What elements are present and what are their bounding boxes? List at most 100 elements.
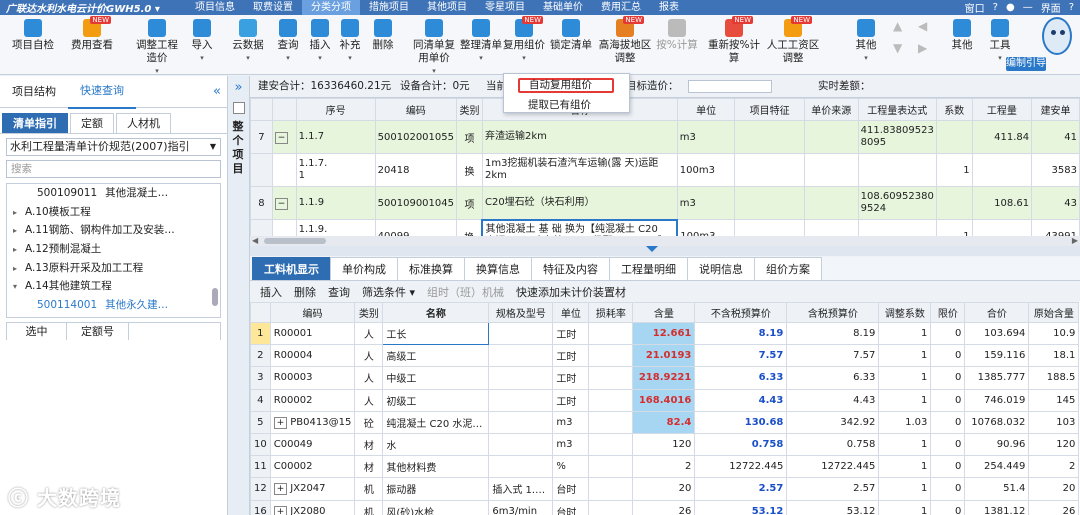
menu-item-3[interactable]: 措施项目	[360, 0, 418, 15]
lm-col-header[interactable]: 限价	[930, 302, 966, 323]
detail-tool-1[interactable]: 删除	[294, 284, 316, 300]
lm-cell-pre[interactable]: 2.57	[694, 477, 788, 501]
lm-col-header[interactable]: 单位	[552, 302, 590, 323]
bill-cell-code[interactable]: 500109001045	[374, 186, 458, 220]
lm-cell-n[interactable]: 16	[250, 499, 271, 515]
upper-col-header[interactable]: 类别	[456, 98, 483, 121]
lm-cell-content[interactable]: 2	[632, 455, 696, 479]
lm-cell-tax[interactable]: 8.19	[786, 321, 880, 346]
lm-cell-lim[interactable]: 0	[930, 366, 966, 390]
bill-cell-source[interactable]	[803, 186, 859, 220]
lm-cell-name[interactable]: 工长	[382, 321, 490, 346]
lm-row[interactable]: 1 R00001 人工长 工时 12.661 8.19 8.19 1 0 103.694 10.9	[250, 321, 1080, 346]
lm-cell-pre[interactable]: 8.19	[694, 321, 788, 346]
lm-cell-code[interactable]: + JX2080	[269, 499, 356, 515]
lm-cell-lim[interactable]: 0	[930, 477, 966, 501]
lm-cell-name[interactable]: 振动器	[382, 477, 490, 501]
user-icon[interactable]: ●	[1006, 2, 1015, 13]
tree-node[interactable]: ▸ A.10模板工程	[7, 203, 220, 222]
bill-cell-type[interactable]: 项	[456, 186, 483, 220]
target-cost-input[interactable]	[688, 80, 772, 93]
lm-cell-loss[interactable]	[588, 499, 634, 515]
lm-cell-pre[interactable]: 4.43	[694, 388, 788, 412]
bill-cell-code[interactable]: 20418	[374, 153, 458, 187]
detail-tab-5[interactable]: 工程量明细	[609, 257, 688, 280]
bill-cell-expr[interactable]	[857, 153, 937, 187]
upper-col-header[interactable]: 工程量表达式	[857, 98, 937, 121]
lm-col-header[interactable]: 规格及型号	[488, 302, 554, 323]
lm-cell-adj[interactable]: 1	[878, 366, 932, 390]
upper-col-header[interactable]: 工程量	[971, 98, 1033, 121]
expand-icon[interactable]: ▸	[13, 222, 25, 241]
bill-cell-qty[interactable]: 108.61	[971, 186, 1033, 220]
lm-cell-total[interactable]: 51.4	[964, 477, 1030, 501]
menu-item-0[interactable]: 项目信息	[186, 0, 244, 15]
upper-col-header[interactable]: 序号	[295, 98, 376, 121]
tree-node[interactable]: 500109011 其他混凝土…	[7, 184, 220, 203]
bill-cell-price[interactable]: 41	[1031, 120, 1080, 154]
bill-cell-qty[interactable]	[971, 153, 1033, 187]
help-icon[interactable]: ?	[993, 2, 998, 13]
lm-cell-tax[interactable]: 0.758	[786, 432, 880, 457]
lm-cell-pre[interactable]: 7.57	[694, 344, 788, 368]
tree-node[interactable]: 500114001 其他永久建…	[7, 296, 220, 315]
lm-cell-unit[interactable]: m3	[552, 410, 590, 434]
lm-cell-lim[interactable]: 0	[930, 432, 966, 457]
tree-node[interactable]: 500114002其他临时建…	[7, 315, 220, 317]
bill-cell-source[interactable]	[803, 153, 859, 187]
auto-reuse-price-item[interactable]: 自动复用组价	[518, 78, 614, 93]
ribbon-button-1[interactable]: NEW 费用查看	[66, 16, 118, 52]
lm-cell-adj[interactable]: 1	[878, 388, 932, 412]
lm-cell-spec[interactable]	[488, 388, 554, 412]
lm-cell-orig[interactable]: 10.9	[1028, 321, 1080, 346]
guide-search-input[interactable]: 搜索	[6, 160, 221, 178]
lm-cell-name[interactable]: 水	[382, 432, 490, 457]
expand-right-icon[interactable]: »	[228, 80, 249, 95]
bill-cell-expr[interactable]: 411.83809523 8095	[857, 120, 937, 154]
ribbon-button-5[interactable]: 查询 ▾	[275, 17, 301, 65]
lm-col-header[interactable]: 含税预算价	[786, 302, 880, 323]
subtab-bill-guide[interactable]: 清单指引	[2, 113, 68, 133]
bill-cell-name[interactable]: C20埋石砼（块石利用）	[481, 186, 678, 220]
lm-cell-spec[interactable]: 插入式 1.…	[488, 477, 554, 501]
lm-cell-content[interactable]: 120	[632, 432, 696, 457]
lm-cell-spec[interactable]	[488, 410, 554, 434]
bill-row[interactable]: 7−1.1.7 500102001055 项弃渣运输2km m3 411.8380952…	[250, 120, 1080, 154]
lm-cell-name[interactable]: 高级工	[382, 344, 490, 368]
lm-col-header[interactable]: 原始含量	[1028, 302, 1080, 323]
lm-row[interactable]: 16 + JX2080 机风(砂)水枪 6m3/min 台时 26 53.12 53.12 1 0 1…	[250, 499, 1080, 515]
detail-tab-6[interactable]: 说明信息	[687, 257, 755, 280]
collapse-node-icon[interactable]: −	[274, 197, 289, 210]
lm-cell-name[interactable]: 其他材料费	[382, 455, 490, 479]
bill-cell-price[interactable]: 43	[1031, 186, 1080, 220]
lm-cell-total[interactable]: 746.019	[964, 388, 1030, 412]
lm-cell-lim[interactable]: 0	[930, 410, 966, 434]
upper-col-header[interactable]: 系数	[935, 98, 973, 121]
lm-cell-total[interactable]: 1381.12	[964, 499, 1030, 515]
lm-cell-unit[interactable]: 工时	[552, 321, 590, 346]
lm-row[interactable]: 2 R00004 人高级工 工时 21.0193 7.57 7.57 1 0 159.116 18.…	[250, 344, 1080, 368]
lm-cell-adj[interactable]: 1.03	[878, 410, 932, 434]
tree-node[interactable]: ▸ A.12预制混凝土	[7, 240, 220, 259]
lm-col-header[interactable]: 损耗率	[588, 302, 634, 323]
detail-tool-2[interactable]: 查询	[328, 284, 350, 300]
lm-cell-loss[interactable]	[588, 366, 634, 390]
bill-cell-type[interactable]: 换	[456, 153, 483, 187]
lm-cell-pre[interactable]: 0.758	[694, 432, 788, 457]
upper-col-header[interactable]: 建安单	[1031, 98, 1080, 121]
lm-cell-n[interactable]: 3	[250, 366, 271, 390]
window-menu[interactable]: 窗口	[965, 0, 985, 15]
tree-node[interactable]: ▸ A.13原料开采及加工工程	[7, 259, 220, 278]
bill-row[interactable]: 1.1.7. 1 20418 换 1m3挖掘机装石渣汽车运输(露 天)运距 2km 10…	[250, 153, 1080, 187]
bill-cell-unit[interactable]: m3	[676, 120, 736, 154]
lm-cell-tax[interactable]: 53.12	[786, 499, 880, 515]
horizontal-scrollbar[interactable]: ◀ ▶	[250, 236, 1080, 246]
help-circle-icon[interactable]: ?	[1069, 2, 1074, 13]
bill-cell-unit[interactable]: m3	[676, 186, 736, 220]
lm-cell-total[interactable]: 1385.777	[964, 366, 1030, 390]
lm-cell-tax[interactable]: 342.92	[786, 410, 880, 434]
bill-cell-rowno[interactable]	[250, 153, 273, 187]
detail-tab-7[interactable]: 组价方案	[754, 257, 822, 280]
upper-col-header[interactable]	[271, 98, 297, 121]
lm-cell-loss[interactable]	[588, 321, 634, 346]
